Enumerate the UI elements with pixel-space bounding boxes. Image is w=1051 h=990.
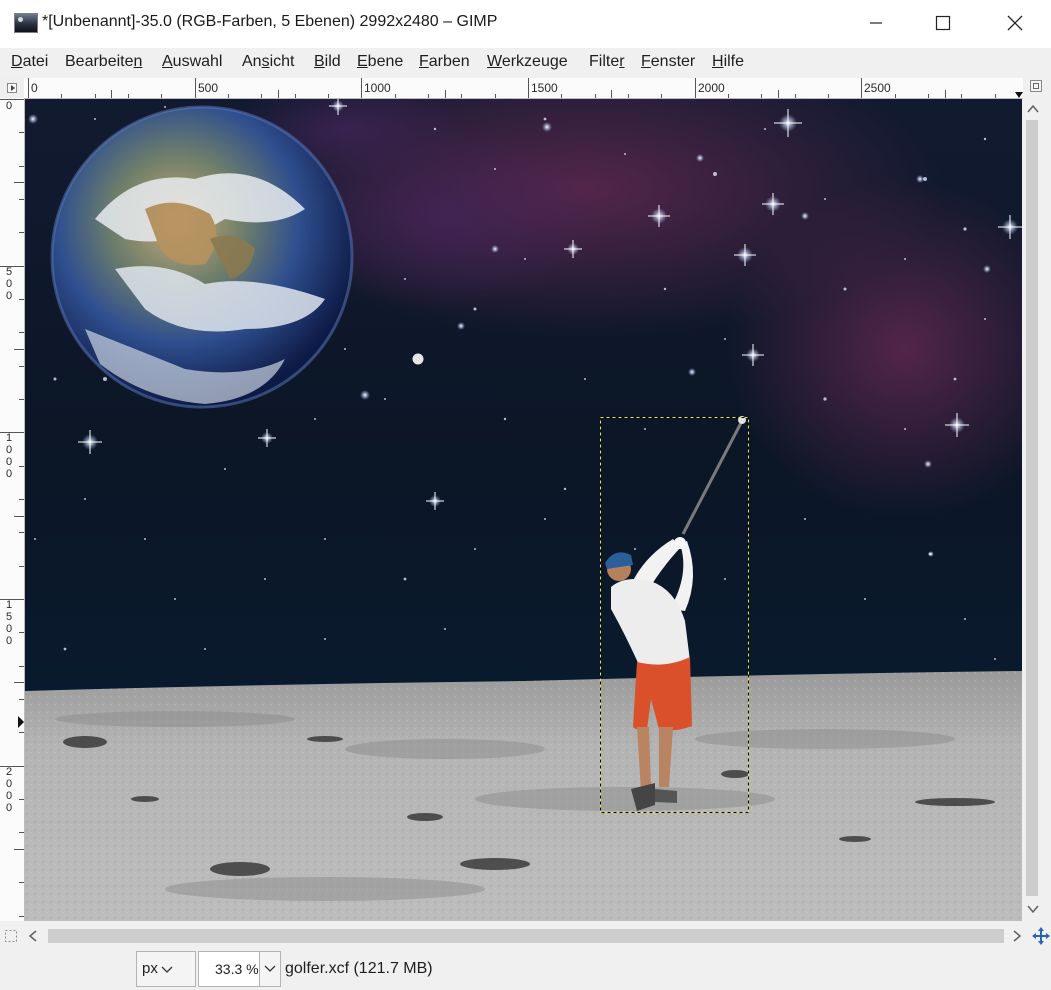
horizontal-scrollbar[interactable]: [24, 922, 1029, 950]
image-canvas[interactable]: [25, 99, 1022, 921]
menu-werkzeuge[interactable]: Werkzeuge: [487, 53, 568, 71]
close-button[interactable]: [992, 0, 1038, 46]
menu-arrow-icon: [7, 83, 17, 93]
quick-mask-toggle[interactable]: [0, 78, 25, 99]
vruler-label-500: 500: [3, 266, 15, 302]
scroll-left-icon[interactable]: [28, 929, 38, 943]
vertical-ruler[interactable]: 0 500 1000 1500 2000: [0, 98, 25, 921]
window-title: *[Unbenannt]-35.0 (RGB-Farben, 5 Ebenen)…: [42, 13, 498, 30]
vruler-label-1500: 1500: [3, 599, 15, 647]
close-icon: [1007, 15, 1023, 31]
status-file-info: golfer.xcf (121.7 MB): [285, 960, 433, 977]
gimp-icon[interactable]: [14, 13, 38, 33]
scroll-right-icon[interactable]: [1012, 929, 1022, 943]
maximize-icon: [935, 15, 951, 31]
menu-bild[interactable]: Bild: [314, 53, 341, 71]
ruler-label-500: 500: [198, 81, 219, 95]
menu-farben[interactable]: Farben: [419, 53, 470, 71]
chevron-down-icon: [264, 965, 276, 972]
ruler-label-1000: 1000: [364, 81, 391, 95]
ruler-label-0: 0: [31, 81, 38, 95]
menu-filter[interactable]: Filter: [589, 53, 625, 71]
unit-select[interactable]: px: [136, 951, 196, 987]
unit-value: px: [142, 960, 158, 977]
vruler-label-2000: 2000: [3, 766, 15, 814]
zoom-value[interactable]: 33.3 %: [215, 961, 259, 977]
scroll-up-icon[interactable]: [1026, 104, 1040, 114]
vruler-label-1000: 1000: [3, 432, 15, 480]
vertical-scrollbar[interactable]: [1023, 98, 1043, 921]
selection-corner-icon[interactable]: [4, 929, 18, 943]
image-artwork: [25, 99, 1022, 921]
menu-ebene[interactable]: Ebene: [357, 53, 403, 71]
chevron-down-icon: [161, 966, 173, 973]
zoom-combo[interactable]: 33.3 %: [198, 951, 281, 987]
minimize-icon: [870, 22, 882, 24]
menu-datei[interactable]: Datei: [11, 53, 48, 71]
horizontal-ruler[interactable]: 0 500 1000 1500 2000 2500: [24, 78, 1023, 99]
menu-fenster[interactable]: Fenster: [641, 53, 695, 71]
maximize-button[interactable]: [920, 0, 966, 46]
status-bar: px 33.3 % golfer.xcf (121.7 MB): [0, 950, 1051, 990]
zoom-image-icon[interactable]: [1030, 80, 1042, 92]
ruler-label-2000: 2000: [698, 81, 725, 95]
menu-ansicht[interactable]: Ansicht: [242, 53, 294, 71]
menu-bearbeiten[interactable]: Bearbeiten: [65, 53, 142, 71]
vertical-scroll-thumb[interactable]: [1026, 120, 1038, 896]
menu-bar: Datei Bearbeiten Auswahl Ansicht Bild Eb…: [0, 48, 1051, 78]
navigate-icon[interactable]: [1032, 927, 1050, 945]
ruler-label-2500: 2500: [864, 81, 891, 95]
vruler-label-0: 0: [5, 100, 13, 112]
zoom-dropdown-button[interactable]: [259, 952, 280, 986]
ruler-label-1500: 1500: [531, 81, 558, 95]
title-bar: *[Unbenannt]-35.0 (RGB-Farben, 5 Ebenen)…: [0, 0, 1051, 49]
menu-auswahl[interactable]: Auswahl: [162, 53, 222, 71]
menu-hilfe[interactable]: Hilfe: [712, 53, 744, 71]
scroll-down-icon[interactable]: [1026, 904, 1040, 914]
minimize-button[interactable]: [853, 0, 899, 46]
horizontal-scroll-thumb[interactable]: [48, 929, 1004, 943]
